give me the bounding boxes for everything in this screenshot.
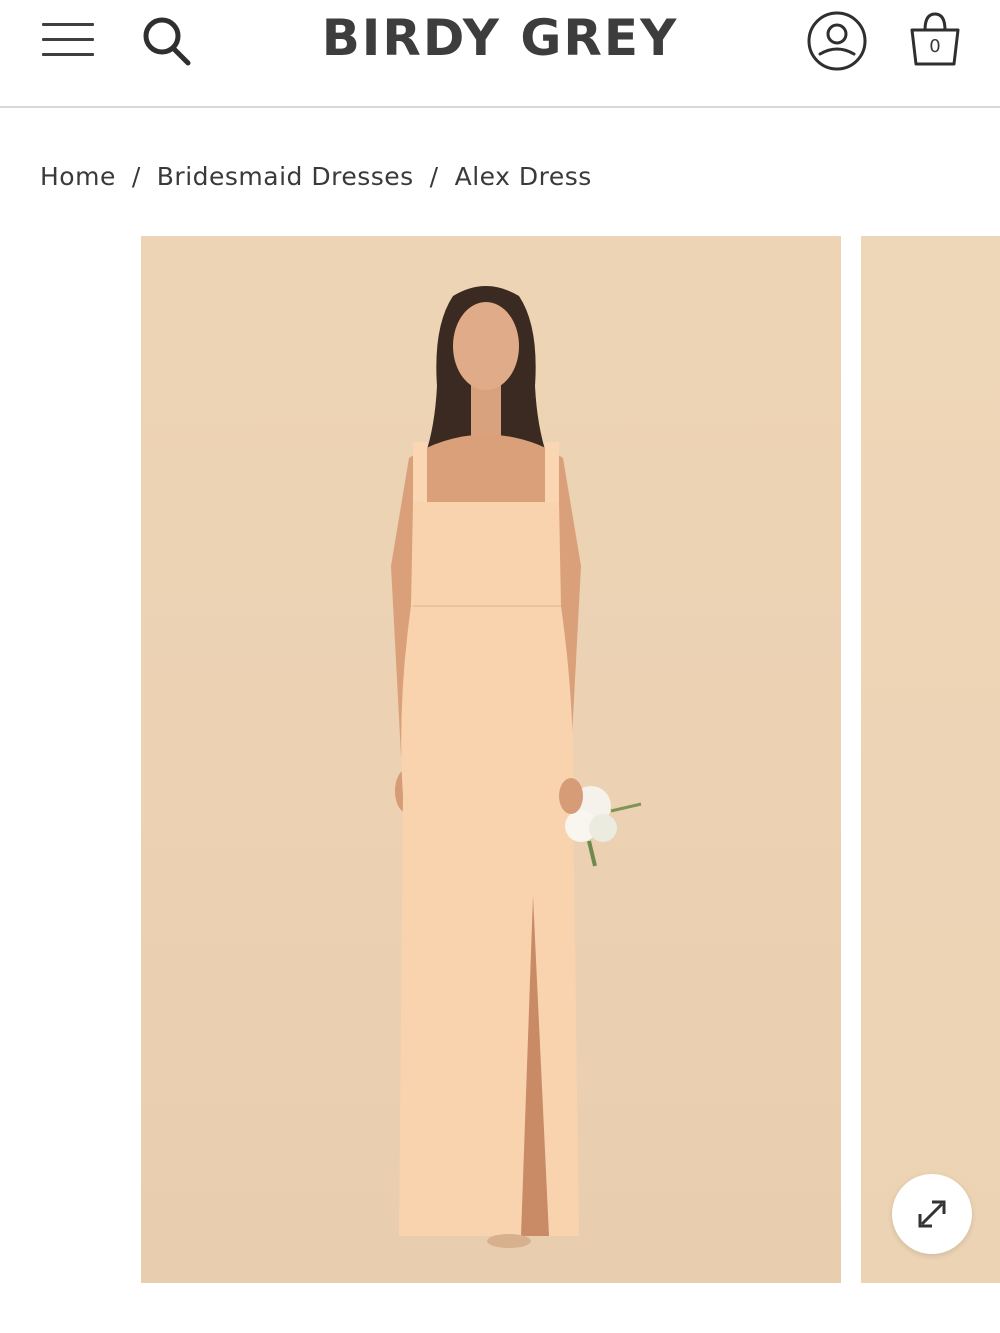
site-header: BIRDY GREY 0 [0,0,1000,108]
breadcrumb-home-link[interactable]: Home [40,162,116,191]
product-image-next[interactable] [861,236,1000,1283]
model-in-dress-photo [391,286,642,1248]
cart-count-badge: 0 [929,36,941,57]
product-image-main[interactable] [141,236,841,1283]
breadcrumb-current: Alex Dress [454,161,592,191]
menu-line [42,53,94,56]
menu-line [42,38,94,41]
menu-line [42,23,94,26]
search-icon[interactable] [136,12,198,70]
user-account-icon[interactable] [804,8,870,74]
expand-arrows-icon[interactable] [892,1174,972,1254]
hamburger-menu-icon[interactable] [38,14,100,64]
brand-logo[interactable]: BIRDY GREY [300,6,700,70]
breadcrumb: Home / Bridesmaid Dresses / Alex Dress [40,156,592,196]
breadcrumb-separator: / [429,161,439,191]
shopping-bag-icon[interactable]: 0 [902,8,968,74]
breadcrumb-separator: / [131,161,141,191]
breadcrumb-category-link[interactable]: Bridesmaid Dresses [157,162,414,191]
